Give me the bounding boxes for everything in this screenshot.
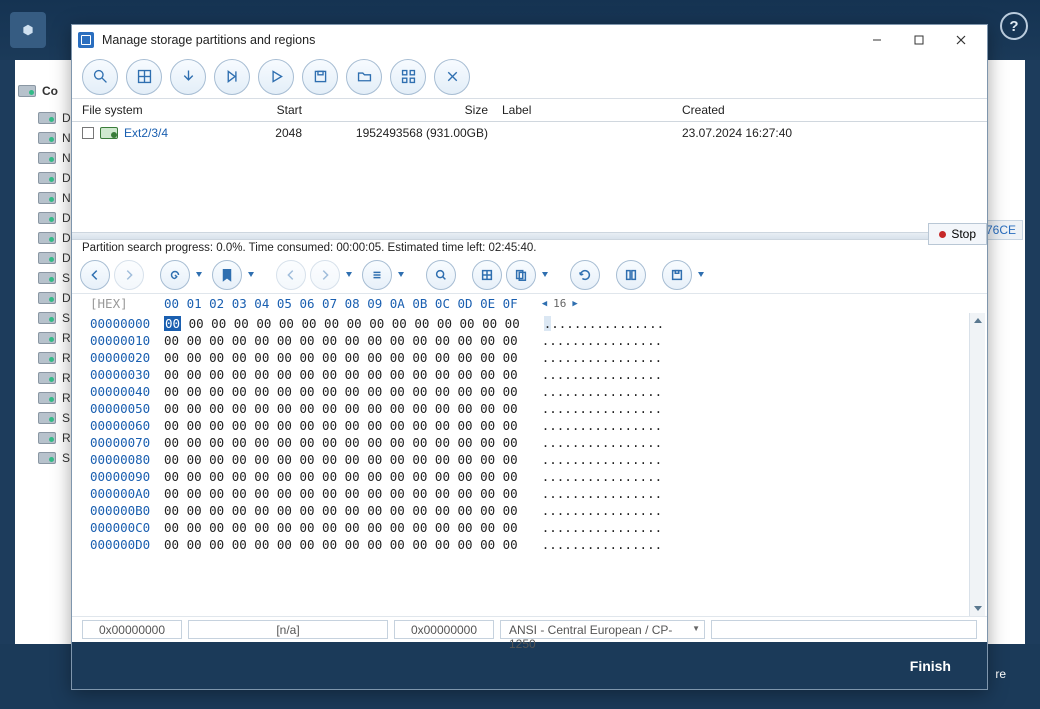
row-created: 23.07.2024 16:27:40: [682, 126, 882, 140]
encoding-select[interactable]: ANSI - Central European / CP-1250: [500, 620, 705, 639]
close-button[interactable]: [941, 27, 981, 53]
hex-row[interactable]: 000000A000 00 00 00 00 00 00 00 00 00 00…: [90, 485, 969, 502]
hex-toolbar: [72, 256, 987, 294]
finish-button[interactable]: Finish: [896, 650, 965, 682]
row-checkbox[interactable]: [82, 127, 94, 139]
hex-row[interactable]: 0000005000 00 00 00 00 00 00 00 00 00 00…: [90, 400, 969, 417]
info-bar: 0x00000000 [n/a] 0x00000000 ANSI - Centr…: [72, 616, 987, 642]
col-start[interactable]: Start: [242, 103, 322, 117]
dropdown-icon[interactable]: [346, 272, 352, 277]
hex-columns: 00 01 02 03 04 05 06 07 08 09 0A 0B 0C 0…: [164, 296, 518, 311]
refresh-button[interactable]: [570, 260, 600, 290]
progress-bar: Stop: [72, 232, 987, 240]
save-icon[interactable]: [302, 59, 338, 95]
copy-button[interactable]: [506, 260, 536, 290]
grid-icon[interactable]: [126, 59, 162, 95]
hex-row[interactable]: 0000008000 00 00 00 00 00 00 00 00 00 00…: [90, 451, 969, 468]
col-filesystem[interactable]: File system: [82, 103, 242, 117]
row-start: 2048: [242, 126, 322, 140]
hex-row[interactable]: 0000001000 00 00 00 00 00 00 00 00 00 00…: [90, 332, 969, 349]
app-logo: ⬢: [10, 12, 46, 48]
stop-button[interactable]: Stop: [928, 223, 987, 245]
prev-button[interactable]: [276, 260, 306, 290]
selection-field[interactable]: [n/a]: [188, 620, 388, 639]
hex-label: [HEX]: [90, 296, 164, 311]
dropdown-icon[interactable]: [542, 272, 548, 277]
back-button[interactable]: [80, 260, 110, 290]
columns-button[interactable]: [616, 260, 646, 290]
table-row[interactable]: Ext2/3/4 2048 1952493568 (931.00GB) 23.0…: [82, 126, 977, 140]
hex-viewer[interactable]: 0000000000 00 00 00 00 00 00 00 00 00 00…: [72, 313, 987, 616]
next-button[interactable]: [310, 260, 340, 290]
titlebar: Manage storage partitions and regions: [72, 25, 987, 55]
hex-width-nav[interactable]: ◀ 16 ▶: [542, 297, 578, 310]
help-icon[interactable]: ?: [1000, 12, 1028, 40]
hex-row[interactable]: 0000004000 00 00 00 00 00 00 00 00 00 00…: [90, 383, 969, 400]
stop-dot-icon: [939, 231, 946, 238]
triangle-left-icon[interactable]: ◀: [542, 299, 547, 309]
extra-field[interactable]: [711, 620, 977, 639]
dialog-icon: [78, 32, 94, 48]
dropdown-icon[interactable]: [196, 272, 202, 277]
bookmark-button[interactable]: [212, 260, 242, 290]
dropdown-icon[interactable]: [698, 272, 704, 277]
hex-row[interactable]: 0000002000 00 00 00 00 00 00 00 00 00 00…: [90, 349, 969, 366]
filesystem-icon: [100, 127, 118, 139]
hex-row[interactable]: 000000C000 00 00 00 00 00 00 00 00 00 00…: [90, 519, 969, 536]
redo-button[interactable]: [160, 260, 190, 290]
main-toolbar: [72, 55, 987, 99]
col-label[interactable]: Label: [502, 103, 682, 117]
search-icon[interactable]: [82, 59, 118, 95]
minimize-button[interactable]: [857, 27, 897, 53]
maximize-button[interactable]: [899, 27, 939, 53]
dialog: Manage storage partitions and regions Fi…: [71, 24, 988, 690]
triangle-right-icon[interactable]: ▶: [572, 299, 577, 309]
down-arrow-icon[interactable]: [170, 59, 206, 95]
hex-row[interactable]: 0000007000 00 00 00 00 00 00 00 00 00 00…: [90, 434, 969, 451]
table-button[interactable]: [472, 260, 502, 290]
offset2-field[interactable]: 0x00000000: [394, 620, 494, 639]
hex-row[interactable]: 0000006000 00 00 00 00 00 00 00 00 00 00…: [90, 417, 969, 434]
offset-field[interactable]: 0x00000000: [82, 620, 182, 639]
open-icon[interactable]: [346, 59, 382, 95]
dialog-title: Manage storage partitions and regions: [102, 33, 857, 47]
hex-row[interactable]: 000000D000 00 00 00 00 00 00 00 00 00 00…: [90, 536, 969, 553]
status-text: Partition search progress: 0.0%. Time co…: [72, 240, 987, 256]
save-hex-button[interactable]: [662, 260, 692, 290]
scroll-down-icon[interactable]: [970, 600, 985, 616]
hex-row[interactable]: 0000000000 00 00 00 00 00 00 00 00 00 00…: [90, 315, 969, 332]
hex-row[interactable]: 0000009000 00 00 00 00 00 00 00 00 00 00…: [90, 468, 969, 485]
hex-scrollbar[interactable]: [969, 313, 985, 616]
play-icon[interactable]: [258, 59, 294, 95]
col-created[interactable]: Created: [682, 103, 882, 117]
grid2-icon[interactable]: [390, 59, 426, 95]
hex-header: [HEX] 00 01 02 03 04 05 06 07 08 09 0A 0…: [72, 294, 987, 313]
skip-icon[interactable]: [214, 59, 250, 95]
hex-row[interactable]: 0000003000 00 00 00 00 00 00 00 00 00 00…: [90, 366, 969, 383]
search-hex-button[interactable]: [426, 260, 456, 290]
forward-button[interactable]: [114, 260, 144, 290]
list-button[interactable]: [362, 260, 392, 290]
close-icon[interactable]: [434, 59, 470, 95]
hex-row[interactable]: 000000B000 00 00 00 00 00 00 00 00 00 00…: [90, 502, 969, 519]
scroll-up-icon[interactable]: [970, 313, 985, 329]
column-headers: File system Start Size Label Created: [72, 99, 987, 122]
col-size[interactable]: Size: [322, 103, 502, 117]
dropdown-icon[interactable]: [248, 272, 254, 277]
row-size: 1952493568 (931.00GB): [322, 126, 502, 140]
dropdown-icon[interactable]: [398, 272, 404, 277]
filesystem-link[interactable]: Ext2/3/4: [124, 126, 168, 140]
